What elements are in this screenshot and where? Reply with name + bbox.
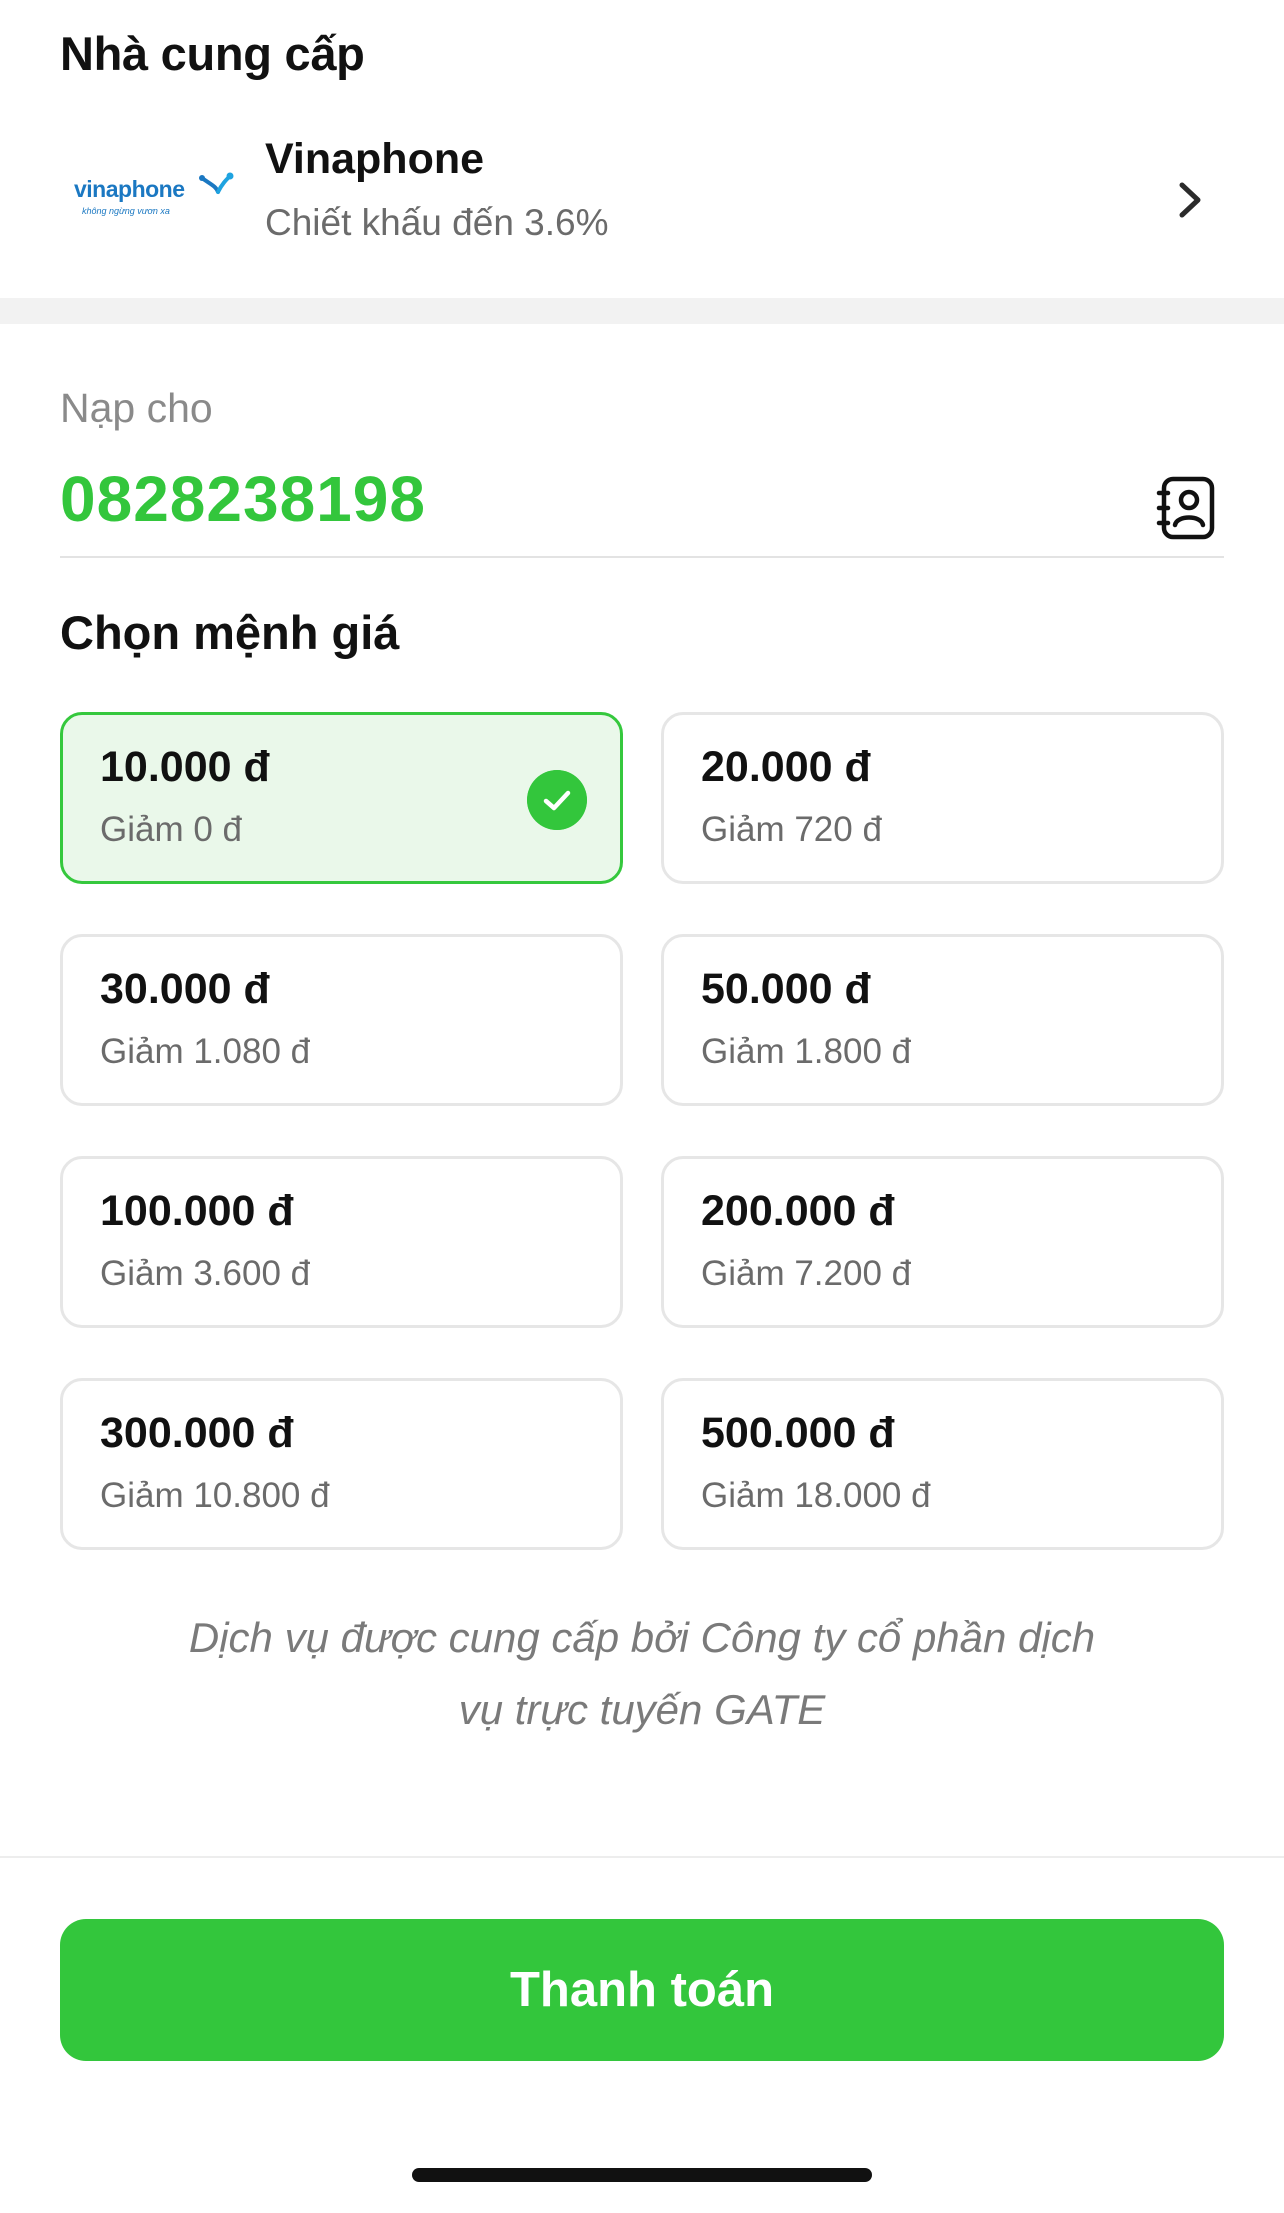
- logo-tagline: không ngừng vươn xa: [82, 206, 170, 216]
- phone-underline: [60, 556, 1224, 558]
- logo-text: vinaphone: [74, 176, 185, 202]
- denomination-card-100000[interactable]: 100.000 đ Giảm 3.600 đ: [60, 1156, 623, 1328]
- provider-discount: Chiết khấu đến 3.6%: [265, 202, 609, 243]
- denomination-card-300000[interactable]: 300.000 đ Giảm 10.800 đ: [60, 1378, 623, 1550]
- denomination-discount: Giảm 7.200 đ: [701, 1254, 912, 1293]
- section-divider: [0, 298, 1284, 324]
- contacts-book-icon[interactable]: [1156, 475, 1218, 541]
- denomination-amount: 200.000 đ: [701, 1187, 895, 1235]
- denomination-amount: 100.000 đ: [100, 1187, 294, 1235]
- denomination-discount: Giảm 0 đ: [100, 810, 242, 849]
- vinaphone-logo: vinaphone không ngừng vươn xa: [74, 170, 234, 230]
- note-line-2: vụ trực tuyến GATE: [458, 1686, 826, 1733]
- footer-divider: [0, 1856, 1284, 1858]
- denomination-discount: Giảm 10.800 đ: [100, 1476, 330, 1515]
- denomination-amount: 50.000 đ: [701, 965, 871, 1013]
- note-line-1: Dịch vụ được cung cấp bởi Công ty cổ phầ…: [188, 1614, 1096, 1661]
- denomination-discount: Giảm 720 đ: [701, 810, 882, 849]
- denomination-card-200000[interactable]: 200.000 đ Giảm 7.200 đ: [661, 1156, 1224, 1328]
- provider-selector[interactable]: vinaphone không ngừng vươn xa Vinaphone …: [0, 110, 1284, 280]
- provider-name: Vinaphone: [265, 135, 485, 183]
- denomination-card-20000[interactable]: 20.000 đ Giảm 720 đ: [661, 712, 1224, 884]
- pay-button[interactable]: Thanh toán: [60, 1919, 1224, 2061]
- denomination-discount: Giảm 3.600 đ: [100, 1254, 311, 1293]
- check-circle-icon: [527, 770, 587, 830]
- denomination-title: Chọn mệnh giá: [60, 606, 400, 659]
- recipient-label: Nạp cho: [60, 385, 213, 431]
- vinaphone-logo-icon: [199, 172, 234, 194]
- mobile-topup-screen: Nhà cung cấp vinaphone không ngừng vươn …: [0, 0, 1284, 2213]
- denomination-card-500000[interactable]: 500.000 đ Giảm 18.000 đ: [661, 1378, 1224, 1550]
- service-provider-note: Dịch vụ được cung cấp bởi Công ty cổ phầ…: [110, 1602, 1174, 1746]
- denomination-amount: 20.000 đ: [701, 743, 871, 791]
- denomination-card-10000[interactable]: 10.000 đ Giảm 0 đ: [60, 712, 623, 884]
- denomination-discount: Giảm 18.000 đ: [701, 1476, 931, 1515]
- home-indicator: [412, 2168, 872, 2182]
- chevron-right-icon[interactable]: [1170, 175, 1210, 225]
- denomination-card-50000[interactable]: 50.000 đ Giảm 1.800 đ: [661, 934, 1224, 1106]
- provider-section-title: Nhà cung cấp: [60, 27, 365, 80]
- denomination-card-30000[interactable]: 30.000 đ Giảm 1.080 đ: [60, 934, 623, 1106]
- denomination-amount: 300.000 đ: [100, 1409, 294, 1457]
- denomination-amount: 500.000 đ: [701, 1409, 895, 1457]
- phone-number-input[interactable]: 0828238198: [60, 462, 426, 536]
- denomination-amount: 30.000 đ: [100, 965, 270, 1013]
- denomination-amount: 10.000 đ: [100, 743, 270, 791]
- denomination-discount: Giảm 1.800 đ: [701, 1032, 912, 1071]
- denomination-discount: Giảm 1.080 đ: [100, 1032, 311, 1071]
